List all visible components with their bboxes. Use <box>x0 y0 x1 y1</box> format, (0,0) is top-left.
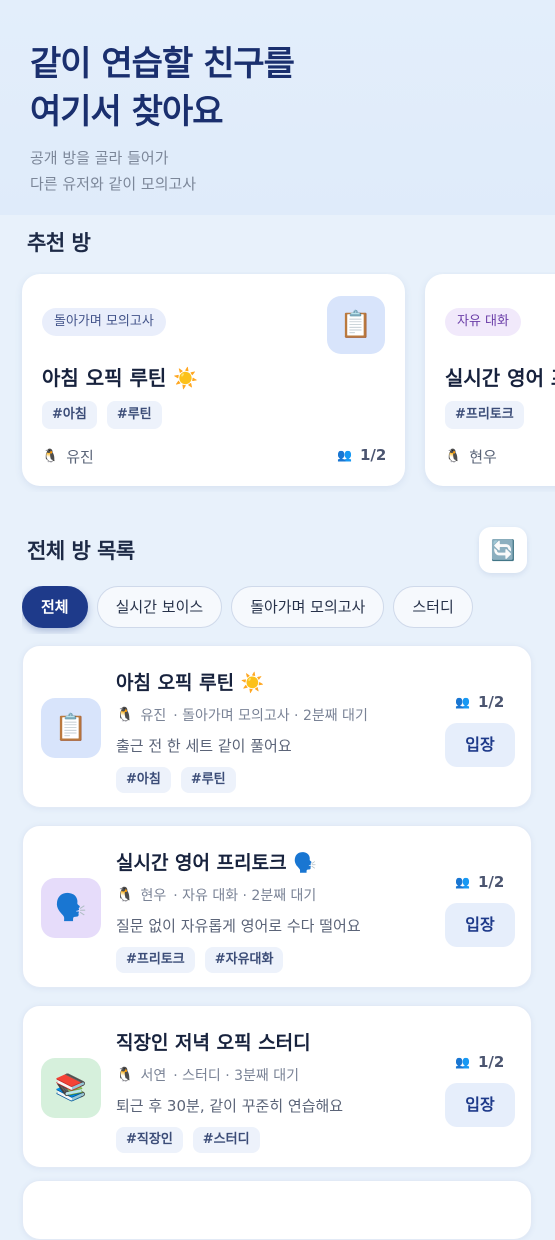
people-icon: 👥 <box>455 1055 470 1069</box>
room-title: 아침 오픽 루틴 ☀️ <box>116 672 265 694</box>
room-tags: #프리토크 #자유대화 <box>116 947 284 973</box>
room-list-item[interactable] <box>22 1180 532 1240</box>
books-icon: 📚 <box>41 1058 101 1118</box>
host-name: 유진 <box>66 448 94 466</box>
page-title-line1: 같이 연습할 친구를 <box>30 44 295 84</box>
room-description: 질문 없이 자유롭게 영어로 수다 떨어요 <box>116 917 361 935</box>
speaking-head-icon: 🗣️ <box>41 878 101 938</box>
room-meta-detail: · 돌아가며 모의고사 · 2분째 대기 <box>173 708 368 724</box>
participant-count: 👥 1/2 <box>455 873 504 891</box>
recommended-card[interactable]: 자유 대화 실시간 영어 프리토크 #프리토크 🐧 현우 <box>425 274 555 486</box>
room-meta-detail: · 자유 대화 · 2분째 대기 <box>173 888 317 904</box>
people-icon: 👥 <box>337 448 352 462</box>
recommended-card[interactable]: 돌아가며 모의고사 📋 아침 오픽 루틴 ☀️ #아침 #루틴 🐧 유진 👥 1… <box>22 274 405 486</box>
people-icon: 👥 <box>455 695 470 709</box>
penguin-avatar-icon: 🐧 <box>116 1067 134 1083</box>
room-tag: #프리토크 <box>116 947 195 973</box>
participant-count-value: 1/2 <box>477 873 505 891</box>
room-meta: 🐧 서연 · 스터디 · 3분째 대기 <box>116 1065 299 1085</box>
room-list-item[interactable]: 📚 직장인 저녁 오픽 스터디 🐧 서연 · 스터디 · 3분째 대기 퇴근 후… <box>22 1005 532 1168</box>
room-type-badge: 자유 대화 <box>445 308 521 336</box>
room-tag: #프리토크 <box>445 401 524 429</box>
room-tags: #직장인 #스터디 <box>116 1127 260 1153</box>
host-name: 현우 <box>469 448 497 466</box>
penguin-avatar-icon: 🐧 <box>42 449 59 464</box>
participant-count: 👥 1/2 <box>455 1053 504 1071</box>
participant-count-value: 1/2 <box>477 1053 505 1071</box>
participant-count-value: 1/2 <box>477 693 505 711</box>
page-subtitle-line1: 공개 방을 골라 들어가 <box>30 149 169 167</box>
room-tags: #프리토크 <box>445 401 524 429</box>
participant-count: 👥 1/2 <box>455 693 504 711</box>
room-tag: #직장인 <box>116 1127 183 1153</box>
room-tag: #아침 <box>116 767 171 793</box>
room-meta: 🐧 유진 · 돌아가며 모의고사 · 2분째 대기 <box>116 705 368 725</box>
room-description: 퇴근 후 30분, 같이 꾸준히 연습해요 <box>116 1097 344 1115</box>
page-title-line2: 여기서 찾아요 <box>30 92 224 132</box>
host-name: 현우 <box>140 888 167 904</box>
room-title: 직장인 저녁 오픽 스터디 <box>116 1032 311 1054</box>
room-tag: #루틴 <box>106 401 162 429</box>
filter-chip-study[interactable]: 스터디 <box>393 586 473 628</box>
clipboard-icon: 📋 <box>41 698 101 758</box>
room-tag: #자유대화 <box>204 947 284 973</box>
refresh-icon: 🔄 <box>490 538 516 562</box>
room-type-badge: 돌아가며 모의고사 <box>42 308 166 336</box>
filter-chip-mock-test[interactable]: 돌아가며 모의고사 <box>231 586 385 628</box>
room-tag: #루틴 <box>180 767 236 793</box>
room-title: 실시간 영어 프리토크 🗣️ <box>116 852 317 874</box>
recommended-heading: 추천 방 <box>27 231 91 255</box>
room-tags: #아침 #루틴 <box>116 767 236 793</box>
room-list-item[interactable]: 🗣️ 실시간 영어 프리토크 🗣️ 🐧 현우 · 자유 대화 · 2분째 대기 … <box>22 825 532 988</box>
page-subtitle: 공개 방을 골라 들어가 다른 유저와 같이 모의고사 <box>30 145 196 197</box>
all-rooms-heading: 전체 방 목록 <box>27 539 135 563</box>
room-title: 아침 오픽 루틴 ☀️ <box>42 366 199 390</box>
host-name: 서연 <box>140 1068 167 1084</box>
clipboard-icon: 📋 <box>327 296 385 354</box>
room-host: 🐧 유진 <box>42 446 94 467</box>
penguin-avatar-icon: 🐧 <box>116 887 134 903</box>
refresh-button[interactable]: 🔄 <box>479 527 527 573</box>
enter-room-button[interactable]: 입장 <box>445 723 515 767</box>
room-list-item[interactable]: 📋 아침 오픽 루틴 ☀️ 🐧 유진 · 돌아가며 모의고사 · 2분째 대기 … <box>22 645 532 808</box>
penguin-avatar-icon: 🐧 <box>116 707 134 723</box>
filter-chip-all[interactable]: 전체 <box>22 586 88 628</box>
room-title: 실시간 영어 프리토크 <box>445 366 555 390</box>
filter-chip-live-voice[interactable]: 실시간 보이스 <box>96 586 223 628</box>
page-title: 같이 연습할 친구를 여기서 찾아요 <box>30 40 530 136</box>
room-meta: 🐧 현우 · 자유 대화 · 2분째 대기 <box>116 885 316 905</box>
room-tags: #아침 #루틴 <box>42 401 162 429</box>
room-description: 출근 전 한 세트 같이 풀어요 <box>116 737 292 755</box>
host-name: 유진 <box>140 708 167 724</box>
filter-chips: 전체 실시간 보이스 돌아가며 모의고사 스터디 <box>22 586 555 634</box>
penguin-avatar-icon: 🐧 <box>445 449 462 464</box>
room-tag: #아침 <box>42 401 97 429</box>
room-tag: #스터디 <box>192 1127 260 1153</box>
room-host: 🐧 현우 <box>445 446 497 467</box>
hero-banner: 같이 연습할 친구를 여기서 찾아요 공개 방을 골라 들어가 다른 유저와 같… <box>0 0 555 215</box>
participant-count-value: 1/2 <box>359 446 387 464</box>
people-icon: 👥 <box>455 875 470 889</box>
enter-room-button[interactable]: 입장 <box>445 903 515 947</box>
room-meta-detail: · 스터디 · 3분째 대기 <box>173 1068 299 1084</box>
participant-count: 👥 1/2 <box>337 446 386 464</box>
enter-room-button[interactable]: 입장 <box>445 1083 515 1127</box>
page-subtitle-line2: 다른 유저와 같이 모의고사 <box>30 175 197 193</box>
recommended-carousel[interactable]: 돌아가며 모의고사 📋 아침 오픽 루틴 ☀️ #아침 #루틴 🐧 유진 👥 1… <box>0 272 555 492</box>
